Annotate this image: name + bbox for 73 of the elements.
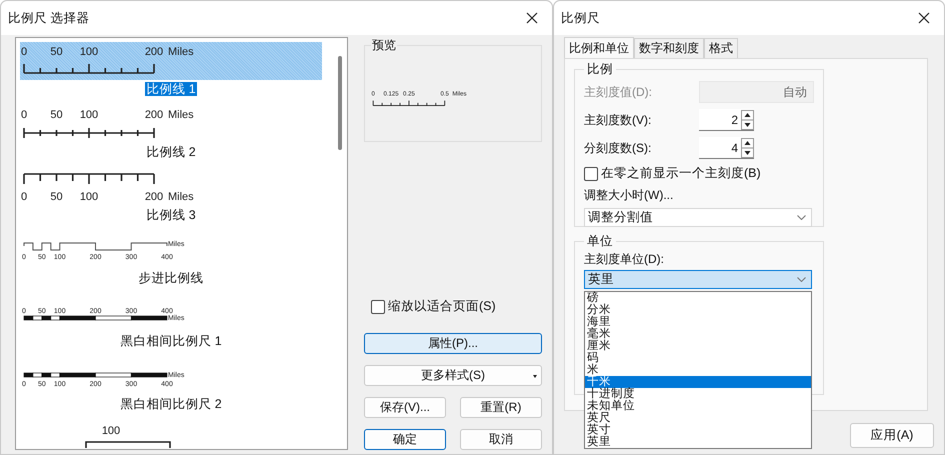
field-label: 主刻度数(V): (584, 112, 652, 128)
unit-label: Miles (168, 109, 194, 121)
dropdown-option[interactable]: 英里 (585, 436, 811, 448)
dropdown-field[interactable]: 调整分割值 (584, 208, 812, 227)
tick-label: 200 (144, 109, 164, 121)
item-name: 步进比例线 (138, 271, 204, 285)
dropdown-option[interactable]: 厘米 (585, 340, 811, 352)
close-icon[interactable] (526, 12, 538, 24)
dialog-button[interactable]: 取消 (460, 429, 542, 450)
item-name: 黑白相间比例尺 2 (120, 397, 222, 411)
caret-icon (533, 375, 537, 378)
tick-label: 50 (50, 46, 63, 58)
dialog-button[interactable]: 保存(V)... (364, 397, 446, 418)
dialog-button[interactable]: 应用(A) (850, 423, 934, 448)
item-name: 比例线 3 (146, 208, 196, 222)
tick-label: 100 (80, 109, 98, 121)
dropdown-option[interactable]: 分米 (585, 304, 811, 316)
group-title: 预览 (371, 37, 397, 54)
group-title: 单位 (586, 233, 614, 250)
spinner-field[interactable]: 4 (699, 137, 754, 159)
checkbox[interactable] (584, 166, 598, 180)
dropdown-option[interactable]: 千米 (585, 376, 811, 388)
tick-label: 200 (144, 191, 164, 203)
dialog-button[interactable]: 重置(R) (460, 397, 542, 418)
field-label: 主刻度值(D): (584, 84, 652, 100)
scale-bar-item[interactable]: 0 50 100 200 Miles 比例线 2 (20, 105, 322, 168)
tick-label: 0 (20, 191, 28, 203)
spin-arrows-icon[interactable] (741, 110, 754, 130)
scale-bar-item[interactable]: 100 (20, 420, 322, 449)
field-label: 调整大小时(W)... (584, 187, 674, 204)
item-name: 比例线 1 (145, 82, 197, 96)
unit-label: Miles (168, 191, 194, 203)
checkbox-label: 缩放以适合页面(S) (388, 298, 496, 315)
group-title: 比例 (586, 61, 614, 78)
dropdown-option[interactable]: 十进制度 (585, 388, 811, 400)
dropdown-option[interactable]: 米 (585, 364, 811, 376)
dropdown-option[interactable]: 码 (585, 352, 811, 364)
field-label: 主刻度单位(D): (584, 251, 665, 268)
close-icon[interactable] (918, 12, 930, 24)
tab[interactable]: 格式 (704, 38, 738, 58)
dropdown-option[interactable]: 英尺 (585, 412, 811, 424)
unit-label: Miles (168, 46, 194, 58)
checkbox[interactable] (371, 300, 385, 314)
tick-label: 0 (20, 46, 28, 58)
tab[interactable]: 比例和单位 (564, 37, 634, 58)
scale-bar-item[interactable]: 0 50 100 200 Miles 比例线 3 (20, 168, 322, 231)
dialog-button[interactable]: 确定 (364, 429, 446, 450)
dropdown-option[interactable]: 海里 (585, 316, 811, 328)
dialog-title: 比例尺 (561, 10, 600, 26)
tick-label: 50 (50, 109, 63, 121)
tick-label: 200 (144, 46, 164, 58)
tick-label: 100 (80, 191, 98, 203)
dropdown-option[interactable]: 英寸 (585, 424, 811, 436)
spin-arrows-icon[interactable] (741, 138, 754, 158)
spinner-field[interactable]: 2 (699, 109, 754, 131)
item-name: 黑白相间比例尺 1 (120, 334, 222, 348)
chevron-icon (797, 277, 806, 282)
chevron-icon (797, 215, 806, 220)
tick-label: 0 (20, 109, 28, 121)
field-label: 分刻度数(S): (584, 140, 652, 156)
dropdown-option[interactable]: 未知单位 (585, 400, 811, 412)
tab[interactable]: 数字和刻度 (634, 38, 704, 58)
tick-label: 100 (102, 425, 120, 437)
dialog-button[interactable]: 属性(P)... (364, 333, 542, 354)
dialog-title: 比例尺 选择器 (8, 10, 90, 26)
dropdown-button[interactable]: 更多样式(S) (364, 365, 542, 386)
checkbox-label: 在零之前显示一个主刻度(B) (601, 165, 761, 182)
dropdown-option[interactable]: 毫米 (585, 328, 811, 340)
tick-label: 50 (50, 191, 63, 203)
dropdown-field[interactable]: 英里 (584, 270, 812, 289)
dropdown-option[interactable]: 磅 (585, 292, 811, 304)
item-name: 比例线 2 (146, 145, 196, 159)
tick-label: 100 (80, 46, 98, 58)
